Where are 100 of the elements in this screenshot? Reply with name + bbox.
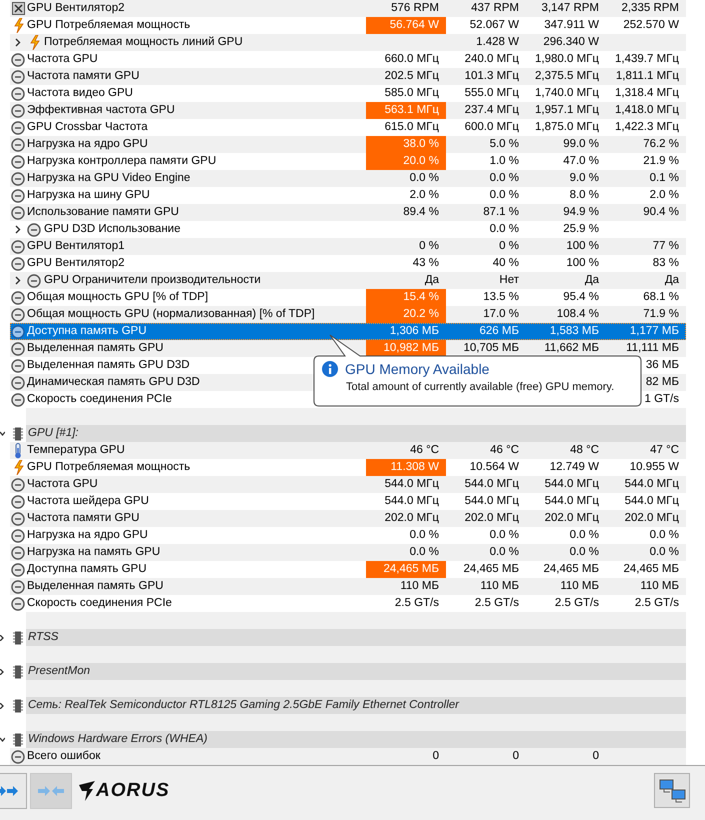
sensor-label: Нагрузка на GPU Video Engine [27, 170, 190, 186]
sensor-value: 585.0 МГц [384, 86, 440, 101]
sensor-value: 8.0 % [568, 188, 600, 203]
sensor-value: 1.428 W [475, 34, 520, 50]
sensor-value: 47 °C [649, 442, 680, 458]
sensor-value: 17.0 % [482, 306, 520, 322]
sensor-value: 71.9 % [642, 306, 680, 322]
highlighted-value: 10,982 МБ [366, 340, 446, 357]
sensor-label: Выделенная память GPU [27, 340, 164, 356]
sensor-label: GPU Ограничители производительности [44, 272, 261, 288]
sensor-label: GPU Crossbar Частота [27, 120, 148, 135]
sensor-label: Доступна память GPU [27, 324, 147, 339]
sensor-value: 87.1 % [482, 204, 520, 220]
sensor-value: 1,980.0 МГц [534, 52, 600, 67]
sensor-value: 36 МБ [644, 358, 680, 373]
sensor-label: Использование памяти GPU [27, 204, 179, 220]
highlighted-value: 563.1 МГц [366, 102, 446, 119]
sensor-value: 10,705 МБ [462, 340, 520, 356]
sensor-value: 10.564 W [468, 460, 520, 475]
sensor-value: 24,465 МБ [462, 562, 520, 577]
sensor-value: 1,318.4 МГц [614, 86, 680, 101]
sensor-label: Доступна память GPU [27, 562, 147, 577]
sensor-value: 1.0 % [488, 154, 520, 169]
sensor-value: 2.0 % [408, 188, 440, 203]
sensor-value: 1,418.0 МГц [614, 102, 680, 118]
section-title: RTSS [27, 630, 58, 645]
sensor-value: 544.0 МГц [624, 476, 680, 492]
section-title: Сеть: RealTek Semiconductor RTL8125 Gaming 2.5GbE Family Ethernet Controller [27, 698, 459, 713]
sensor-value: 0.0 % [408, 528, 440, 543]
logo-text: AORUS [96, 778, 170, 803]
sensor-label: Выделенная память GPU [27, 578, 164, 594]
section-title: GPU [#1]: [27, 426, 78, 441]
sensor-value: 0 % [418, 238, 440, 254]
sensor-label: Частота GPU [27, 52, 98, 67]
sensor-label: Температура GPU [27, 442, 125, 458]
sensor-value: 0.0 % [488, 222, 520, 237]
sensor-value: 2.5 GT/s [474, 596, 520, 611]
sensor-value: 110 МБ [639, 578, 680, 594]
sensor-value: 0.0 % [488, 188, 520, 203]
sensor-value: 83 % [652, 256, 680, 271]
sensor-value: 544.0 МГц [464, 494, 520, 509]
sensor-value: 0.0 % [488, 544, 520, 560]
sensor-value: 252.570 W [622, 18, 680, 33]
sensor-value: 0.0 % [568, 544, 600, 560]
sensor-value: 0.0 % [568, 528, 600, 543]
sensor-value: 296.340 W [542, 34, 600, 50]
sensor-value: 626 МБ [478, 324, 520, 339]
sensor-label: Нагрузка на память GPU [27, 544, 160, 560]
sensor-value: 544.0 МГц [384, 476, 440, 492]
sensor-value: 24,465 МБ [542, 562, 600, 577]
sensor-value: 12.749 W [548, 460, 600, 475]
sensor-value: 101.3 МГц [464, 68, 520, 84]
sensor-label: GPU Вентилятор1 [27, 238, 124, 254]
sensor-value: 1,740.0 МГц [534, 86, 600, 101]
sensor-label: Выделенная память GPU D3D [27, 358, 190, 373]
sensor-value: 110 МБ [559, 578, 600, 594]
sensor-value: 544.0 МГц [544, 494, 600, 509]
sensor-value: 0.0 % [648, 544, 680, 560]
sensor-label: Общая мощность GPU [% of TDP] [27, 290, 208, 305]
sensor-value: 100 % [565, 256, 600, 271]
highlighted-value: 20.2 % [366, 306, 446, 323]
sensor-value: 615.0 МГц [384, 120, 440, 135]
sensor-value: 94.9 % [562, 204, 600, 220]
sensor-value: 0.0 % [648, 528, 680, 543]
sensor-value: 2.0 % [648, 188, 680, 203]
sensor-value: 2,375.5 МГц [534, 68, 600, 84]
sensor-value: 600.0 МГц [464, 120, 520, 135]
sensor-value: 2.5 GT/s [634, 596, 680, 611]
sensor-value: 47.0 % [562, 154, 600, 169]
highlighted-value: 20.0 % [366, 153, 446, 170]
sensor-value: Нет [498, 272, 520, 288]
highlighted-value: 11.308 W [366, 459, 446, 476]
sensor-value: 2.5 GT/s [394, 596, 440, 611]
sensor-label: GPU Вентилятор2 [27, 0, 124, 16]
sensor-label: GPU Вентилятор2 [27, 256, 124, 271]
sensor-value: 544.0 МГц [624, 494, 680, 509]
tooltip-text: Total amount of currently available (free) GPU memory. [345, 380, 614, 394]
sensor-value: 24,465 МБ [622, 562, 680, 577]
sensor-label: Частота видео GPU [27, 86, 133, 101]
sensor-value: 0.0 % [408, 544, 440, 560]
sensor-value: 21.9 % [642, 154, 680, 169]
sensor-label: Скорость соединения PCIe [27, 596, 172, 611]
sensor-label: Нагрузка контроллера памяти GPU [27, 154, 216, 169]
sensor-value: 100 % [565, 238, 600, 254]
sensor-label: Частота памяти GPU [27, 510, 140, 526]
sensor-value: 25.9 % [562, 222, 600, 237]
sensor-value: 660.0 МГц [384, 52, 440, 67]
sensor-value: 544.0 МГц [384, 494, 440, 509]
sensor-value: 90.4 % [642, 204, 680, 220]
sensor-value: 68.1 % [642, 290, 680, 305]
sensor-label: Эффективная частота GPU [27, 102, 175, 118]
sensor-value: 1,306 МБ [388, 324, 440, 339]
sensor-value: 43 % [412, 256, 440, 271]
sensor-value: 544.0 МГц [544, 476, 600, 492]
highlighted-value: 56.764 W [366, 17, 446, 34]
sensor-value: 0.0 % [488, 528, 520, 543]
sensor-value: 1 GT/s [643, 392, 680, 407]
sensor-value: 237.4 МГц [464, 102, 520, 118]
sensor-value: 202.0 МГц [464, 510, 520, 526]
sensor-label: Нагрузка на ядро GPU [27, 528, 148, 543]
